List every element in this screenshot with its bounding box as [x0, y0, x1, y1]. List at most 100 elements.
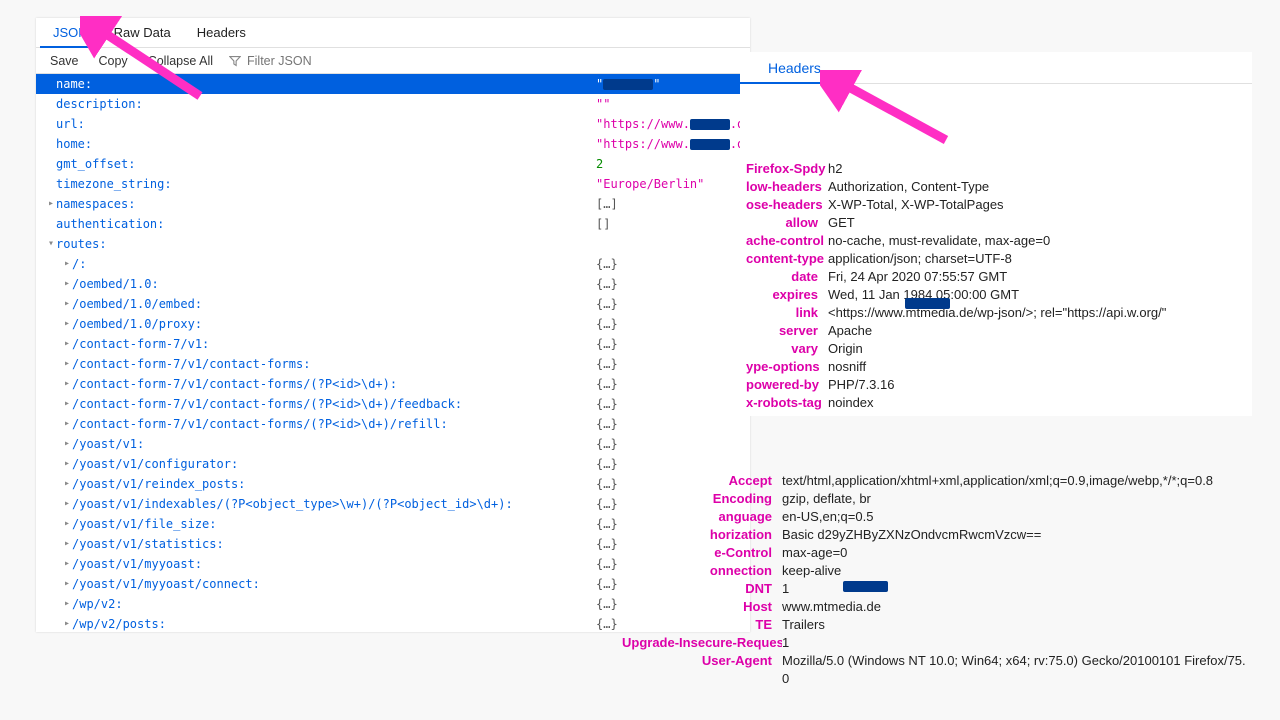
expand-toggle-icon[interactable]: ▸ — [46, 194, 56, 214]
expand-toggle-icon[interactable]: ▸ — [62, 614, 72, 634]
header-name: server — [746, 322, 828, 340]
json-row[interactable]: ▸/contact-form-7/v1/contact-forms:{…} — [36, 354, 750, 374]
json-value: {…} — [596, 254, 750, 274]
expand-toggle-icon[interactable]: ▸ — [62, 354, 72, 374]
expand-toggle-icon[interactable]: ▸ — [62, 554, 72, 574]
expand-toggle-icon[interactable]: ▸ — [62, 474, 72, 494]
expand-toggle-icon[interactable]: ▸ — [62, 254, 72, 274]
json-row[interactable]: url:"https://www..de" — [36, 114, 750, 134]
headers-tabs: Headers — [740, 52, 1252, 84]
tab-raw-data[interactable]: Raw Data — [101, 19, 184, 46]
json-value: {…} — [596, 354, 750, 374]
save-button[interactable]: Save — [40, 51, 89, 71]
tab-json[interactable]: JSON — [40, 19, 101, 48]
json-key: /yoast/v1/file_size: — [72, 514, 217, 534]
header-row: varyOrigin — [740, 340, 1252, 358]
header-name: User-Agent — [622, 652, 782, 688]
expand-toggle-icon[interactable]: ▸ — [62, 454, 72, 474]
redaction-box — [603, 79, 653, 90]
json-row[interactable]: home:"https://www..de" — [36, 134, 750, 154]
json-row[interactable]: ▸/contact-form-7/v1/contact-forms/(?P<id… — [36, 394, 750, 414]
header-value: max-age=0 — [782, 544, 1246, 562]
filter-wrap — [223, 53, 371, 69]
json-value: {…} — [596, 274, 750, 294]
header-value: GET — [828, 214, 1246, 232]
json-row[interactable]: ▸/contact-form-7/v1:{…} — [36, 334, 750, 354]
header-value: keep-alive — [782, 562, 1246, 580]
header-value: Mozilla/5.0 (Windows NT 10.0; Win64; x64… — [782, 652, 1246, 688]
redaction-box — [690, 139, 730, 150]
json-row[interactable]: ▸/oembed/1.0/embed:{…} — [36, 294, 750, 314]
tab-response-headers[interactable]: Headers — [740, 54, 837, 84]
header-row: content-typeapplication/json; charset=UT… — [740, 250, 1252, 268]
json-key: /wp/v2: — [72, 594, 123, 614]
header-value: Apache — [828, 322, 1246, 340]
header-name: Encoding — [622, 490, 782, 508]
json-row[interactable]: ▾routes: — [36, 234, 750, 254]
json-key: /yoast/v1: — [72, 434, 144, 454]
expand-toggle-icon[interactable]: ▸ — [62, 574, 72, 594]
json-key: /oembed/1.0: — [72, 274, 159, 294]
json-row[interactable]: ▸/contact-form-7/v1/contact-forms/(?P<id… — [36, 374, 750, 394]
header-name: Host — [622, 598, 782, 616]
copy-button[interactable]: Copy — [89, 51, 138, 71]
header-value: en-US,en;q=0.5 — [782, 508, 1246, 526]
json-row[interactable]: name:"" — [36, 74, 750, 94]
expand-toggle-icon[interactable]: ▸ — [62, 274, 72, 294]
expand-toggle-icon[interactable]: ▸ — [62, 434, 72, 454]
header-value: gzip, deflate, br — [782, 490, 1246, 508]
expand-toggle-icon[interactable]: ▸ — [62, 294, 72, 314]
header-name: e-Control — [622, 544, 782, 562]
json-key: timezone_string: — [56, 174, 172, 194]
json-key: routes: — [56, 234, 107, 254]
json-key: /contact-form-7/v1/contact-forms/(?P<id>… — [72, 394, 462, 414]
json-key: /yoast/v1/indexables/(?P<object_type>\w+… — [72, 494, 513, 514]
header-name: Accept — [622, 472, 782, 490]
json-row[interactable]: gmt_offset:2 — [36, 154, 750, 174]
expand-toggle-icon[interactable]: ▸ — [62, 314, 72, 334]
json-row[interactable]: description:"" — [36, 94, 750, 114]
header-row: Accepttext/html,application/xhtml+xml,ap… — [616, 472, 1252, 490]
expand-toggle-icon[interactable]: ▸ — [62, 494, 72, 514]
json-row[interactable]: ▸/contact-form-7/v1/contact-forms/(?P<id… — [36, 414, 750, 434]
json-row[interactable]: ▸/: {…} — [36, 254, 750, 274]
json-key: /contact-form-7/v1: — [72, 334, 209, 354]
expand-toggle-icon[interactable]: ▸ — [62, 414, 72, 434]
json-row[interactable]: ▸/oembed/1.0: {…} — [36, 274, 750, 294]
header-row: TETrailers — [616, 616, 1252, 634]
json-key: authentication: — [56, 214, 164, 234]
header-row: horizationBasic d29yZHByZXNzOndvcmRwcmVz… — [616, 526, 1252, 544]
collapse-all-button[interactable]: Collapse All — [138, 51, 223, 71]
header-row: expiresWed, 11 Jan 1984 05:00:00 GMT — [740, 286, 1252, 304]
json-row[interactable]: ▸namespaces:[…] — [36, 194, 750, 214]
expand-toggle-icon[interactable]: ▸ — [62, 394, 72, 414]
json-key: /yoast/v1/myyoast: — [72, 554, 202, 574]
header-value: no-cache, must-revalidate, max-age=0 — [828, 232, 1246, 250]
json-row[interactable]: ▸/oembed/1.0/proxy:{…} — [36, 314, 750, 334]
json-row[interactable]: authentication:[] — [36, 214, 750, 234]
json-value: "" — [596, 74, 750, 94]
json-key: home: — [56, 134, 92, 154]
header-value: application/json; charset=UTF-8 — [828, 250, 1246, 268]
json-key: /contact-form-7/v1/contact-forms/(?P<id>… — [72, 414, 448, 434]
tab-headers[interactable]: Headers — [184, 19, 259, 46]
expand-toggle-icon[interactable]: ▸ — [62, 534, 72, 554]
expand-toggle-icon[interactable]: ▸ — [62, 334, 72, 354]
expand-toggle-icon[interactable]: ▸ — [62, 374, 72, 394]
header-name: x-robots-tag — [746, 394, 828, 412]
json-row[interactable]: ▸/yoast/v1:{…} — [36, 434, 750, 454]
json-key: /yoast/v1/myyoast/connect: — [72, 574, 260, 594]
header-name: allow — [746, 214, 828, 232]
header-value: Trailers — [782, 616, 1246, 634]
expand-toggle-icon[interactable]: ▸ — [62, 594, 72, 614]
json-value: {…} — [596, 314, 750, 334]
expand-toggle-icon[interactable]: ▸ — [62, 514, 72, 534]
header-row: onnectionkeep-alive — [616, 562, 1252, 580]
json-value: {…} — [596, 374, 750, 394]
header-name: ype-options — [746, 358, 828, 376]
json-row[interactable]: timezone_string:"Europe/Berlin" — [36, 174, 750, 194]
json-key: /: — [72, 254, 86, 274]
header-name: ache-control — [746, 232, 828, 250]
expand-toggle-icon[interactable]: ▾ — [46, 234, 56, 254]
filter-json-input[interactable] — [245, 53, 365, 69]
